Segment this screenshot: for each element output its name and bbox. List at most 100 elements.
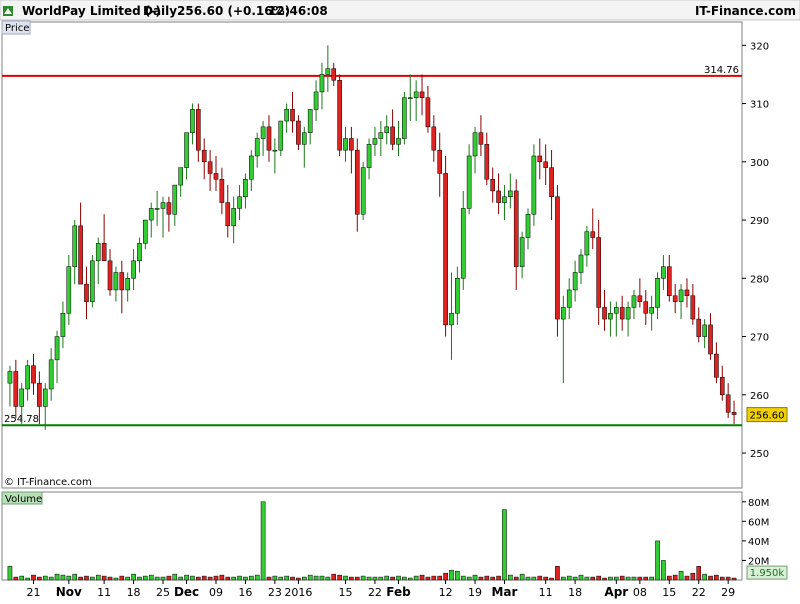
candle-body[interactable] [396, 138, 401, 145]
volume-bar[interactable] [343, 575, 348, 581]
candle-body[interactable] [319, 74, 325, 93]
candle-body[interactable] [90, 260, 95, 302]
volume-bar[interactable] [337, 574, 342, 581]
candle-body[interactable] [154, 208, 160, 210]
chart-svg[interactable]: WorldPay Limited (-)Daily 256.60 (+0.16%)… [0, 0, 800, 600]
volume-bar[interactable] [272, 575, 278, 581]
candle-body[interactable] [402, 97, 407, 139]
candle-body[interactable] [496, 190, 501, 203]
candle-body[interactable] [490, 179, 495, 192]
candle-body[interactable] [531, 155, 537, 215]
candle-body[interactable] [702, 324, 707, 337]
candle-body[interactable] [543, 161, 548, 168]
volume-bar[interactable] [84, 575, 89, 581]
volume-bar[interactable] [13, 576, 19, 581]
volume-bar[interactable] [702, 573, 707, 581]
volume-bar[interactable] [166, 575, 172, 581]
candle-body[interactable] [596, 237, 601, 308]
volume-bar[interactable] [90, 576, 95, 581]
candle-body[interactable] [413, 91, 419, 98]
volume-bar[interactable] [137, 576, 142, 581]
candle-body[interactable] [690, 295, 696, 320]
candle-body[interactable] [19, 388, 25, 407]
candle-body[interactable] [207, 161, 213, 174]
candle-body[interactable] [113, 272, 119, 291]
candle-body[interactable] [460, 208, 466, 279]
volume-bar[interactable] [413, 575, 419, 581]
volume-bar[interactable] [719, 576, 725, 581]
candle-body[interactable] [131, 260, 136, 279]
volume-bar[interactable] [596, 575, 601, 581]
candle-body[interactable] [407, 97, 413, 99]
volume-bar[interactable] [278, 576, 284, 581]
candle-body[interactable] [107, 260, 113, 291]
volume-bar[interactable] [396, 575, 401, 581]
volume-bar[interactable] [643, 576, 649, 581]
candle-body[interactable] [637, 295, 643, 302]
volume-bar[interactable] [119, 575, 125, 581]
candle-body[interactable] [260, 126, 266, 139]
volume-bar[interactable] [31, 574, 36, 581]
candle-body[interactable] [719, 377, 725, 396]
volume-bar[interactable] [502, 509, 507, 581]
candle-body[interactable] [519, 237, 525, 267]
volume-bar[interactable] [372, 576, 378, 581]
volume-bar[interactable] [490, 576, 495, 581]
volume-bar[interactable] [78, 576, 83, 581]
candle-body[interactable] [549, 167, 554, 197]
candle-body[interactable] [37, 382, 42, 407]
volume-bar[interactable] [460, 575, 466, 581]
candle-body[interactable] [725, 394, 731, 413]
candle-body[interactable] [466, 155, 472, 209]
volume-bar[interactable] [661, 560, 666, 581]
volume-bar[interactable] [201, 575, 207, 581]
volume-bar[interactable] [384, 575, 390, 581]
candle-body[interactable] [655, 278, 660, 308]
candle-body[interactable] [590, 231, 596, 238]
candle-body[interactable] [584, 231, 590, 256]
volume-bar[interactable] [637, 576, 643, 581]
volume-bar[interactable] [572, 576, 578, 581]
stock-chart[interactable]: WorldPay Limited (-) Daily 256.60 (+0.16%)… [0, 0, 800, 600]
volume-bar[interactable] [231, 576, 236, 581]
candle-body[interactable] [455, 278, 460, 314]
candle-body[interactable] [190, 109, 195, 133]
volume-bar[interactable] [478, 576, 484, 581]
volume-bar[interactable] [449, 569, 454, 581]
volume-bar[interactable] [608, 576, 613, 581]
candle-body[interactable] [378, 132, 384, 139]
volume-bar[interactable] [672, 574, 678, 581]
candle-body[interactable] [254, 138, 260, 157]
volume-bar[interactable] [60, 574, 66, 581]
candle-body[interactable] [525, 213, 531, 238]
candle-body[interactable] [472, 132, 478, 157]
candle-body[interactable] [484, 144, 490, 180]
volume-bar[interactable] [296, 577, 301, 581]
candle-body[interactable] [360, 167, 366, 215]
candle-body[interactable] [196, 109, 201, 151]
candle-body[interactable] [78, 225, 83, 285]
candle-body[interactable] [337, 80, 342, 151]
volume-bar[interactable] [443, 572, 448, 581]
candle-body[interactable] [101, 243, 107, 262]
volume-bar[interactable] [25, 577, 30, 581]
volume-bar[interactable] [484, 575, 490, 581]
candle-body[interactable] [137, 243, 142, 262]
volume-bar[interactable] [531, 576, 537, 581]
candle-body[interactable] [619, 307, 625, 320]
volume-bar[interactable] [307, 574, 313, 581]
volume-bar[interactable] [284, 575, 289, 581]
candle-body[interactable] [266, 126, 272, 151]
volume-bar[interactable] [331, 573, 337, 581]
volume-bar[interactable] [678, 570, 684, 581]
candle-body[interactable] [119, 272, 125, 291]
volume-bar[interactable] [319, 575, 325, 581]
candle-body[interactable] [219, 179, 225, 203]
candle-body[interactable] [331, 68, 337, 81]
volume-bar[interactable] [266, 576, 272, 581]
candle-body[interactable] [449, 313, 454, 326]
volume-bar[interactable] [243, 576, 248, 581]
candle-body[interactable] [160, 202, 166, 209]
volume-bar[interactable] [301, 576, 307, 581]
candle-body[interactable] [301, 132, 307, 145]
